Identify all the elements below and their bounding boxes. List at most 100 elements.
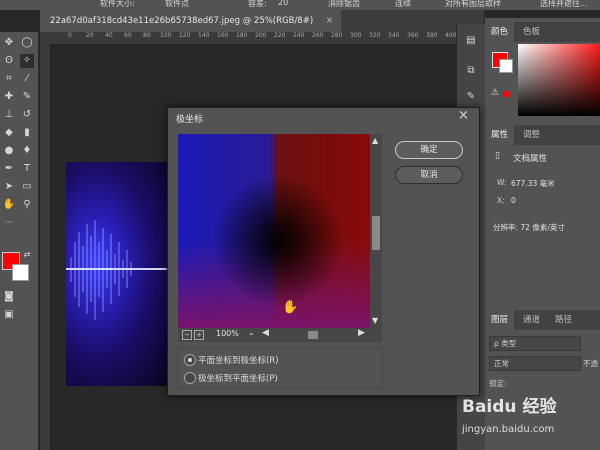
width-value: 677.33 毫米 xyxy=(511,179,555,188)
antialias-checkbox[interactable]: 消除锯齿 xyxy=(328,0,360,9)
ruler-tick-label: 360 xyxy=(407,32,419,39)
dialog-title: 极坐标 xyxy=(176,115,204,125)
blend-mode-select[interactable]: 正常 xyxy=(489,356,581,371)
cancel-button[interactable]: 取消 xyxy=(395,166,463,184)
color-panel-tabs: 颜色 色板 xyxy=(485,22,600,42)
blur-tool-icon[interactable]: ● xyxy=(2,144,16,158)
tab-channels[interactable]: 通道 xyxy=(517,310,546,330)
rect-to-polar-radio[interactable] xyxy=(184,354,196,366)
gamut-swatch[interactable] xyxy=(503,91,509,97)
type-tool-icon[interactable]: T xyxy=(20,162,34,176)
option-dropdown[interactable]: 软件点 xyxy=(165,0,189,9)
x-value: 0 xyxy=(511,196,516,205)
warning-icon: ⚠ xyxy=(491,88,500,98)
options-bar: 软件大小: 软件点 容差: 20 消除锯齿 连续 对所有图层取样 选择并遮住..… xyxy=(0,0,600,10)
zoom-in-button[interactable]: + xyxy=(194,330,204,340)
eyedropper-icon[interactable]: ⁄ xyxy=(20,72,34,86)
pen-tool-icon[interactable]: ✒ xyxy=(2,162,16,176)
sample-all-checkbox[interactable]: 对所有图层取样 xyxy=(445,0,501,9)
horizontal-scroll-thumb[interactable] xyxy=(308,331,318,339)
scroll-right-arrow-icon[interactable]: ▶ xyxy=(358,328,365,338)
history-brush-icon[interactable]: ↺ xyxy=(20,108,34,122)
select-and-mask-button[interactable]: 选择并遮住... xyxy=(540,0,588,9)
close-tab-icon[interactable]: × xyxy=(326,16,333,26)
layers-panel-tabs: 图层 通道 路径 xyxy=(485,310,600,330)
scroll-up-arrow-icon[interactable]: ▲ xyxy=(372,136,378,145)
preview-zoom-bar: − + 100% ⌄ ◀ ▶ xyxy=(178,328,382,342)
actions-panel-icon[interactable]: ⧉ xyxy=(464,64,478,78)
ruler-tick-label: 40 xyxy=(105,32,113,39)
watermark-url: jingyan.baidu.com xyxy=(462,424,555,435)
magic-wand-icon[interactable]: ✧ xyxy=(20,54,34,68)
ruler-tick-label: 160 xyxy=(217,32,229,39)
background-color-swatch[interactable] xyxy=(12,264,29,281)
polar-coordinates-dialog: 极坐标 × ✋ ▲ ▼ − + 100% ⌄ ◀ ▶ 确定 取消 平面坐标到极坐… xyxy=(167,107,480,396)
sound-wave-artwork xyxy=(66,220,169,320)
eraser-icon[interactable]: ◆ xyxy=(2,126,16,140)
resolution-text: 分辨率: 72 像素/英寸 xyxy=(493,223,565,232)
rect-to-polar-label[interactable]: 平面坐标到极坐标(R) xyxy=(198,354,279,366)
ruler-tick-label: 300 xyxy=(350,32,362,39)
crop-tool-icon[interactable]: ⌗ xyxy=(2,72,16,86)
document-tab[interactable]: 22a67d0af318cd43e11e26b65738ed67.jpeg @ … xyxy=(40,10,341,32)
ruler-tick-label: 200 xyxy=(255,32,267,39)
healing-brush-icon[interactable]: ✚ xyxy=(2,90,16,104)
preview-vertical-scrollbar[interactable]: ▲ ▼ xyxy=(370,134,382,328)
dodge-tool-icon[interactable]: ♦ xyxy=(20,144,34,158)
tab-color[interactable]: 颜色 xyxy=(485,22,515,42)
conversion-options: 平面坐标到极坐标(R) 极坐标到平面坐标(P) xyxy=(177,348,383,388)
filter-preview[interactable]: ✋ xyxy=(178,134,370,328)
scroll-left-arrow-icon[interactable]: ◀ xyxy=(262,328,269,338)
scroll-down-arrow-icon[interactable]: ▼ xyxy=(372,316,378,325)
width-label: W: xyxy=(497,178,507,187)
zoom-tool-icon[interactable]: ⚲ xyxy=(20,198,34,212)
scrollbar-thumb[interactable] xyxy=(372,216,380,250)
ellipse-marquee-icon[interactable]: ◯ xyxy=(20,36,34,50)
hand-tool-icon[interactable]: ✋ xyxy=(2,198,16,212)
tolerance-input[interactable]: 20 xyxy=(278,0,288,7)
quick-mask-icon[interactable]: ◙ xyxy=(2,290,16,304)
tab-layers[interactable]: 图层 xyxy=(485,310,515,330)
color-field[interactable] xyxy=(518,44,600,116)
brush-settings-icon[interactable]: ✎ xyxy=(464,90,478,104)
document-image[interactable] xyxy=(66,162,169,386)
ruler-tick-label: 120 xyxy=(179,32,191,39)
rectangle-tool-icon[interactable]: ▭ xyxy=(20,180,34,194)
option-text: 容差: xyxy=(248,0,267,8)
lasso-tool-icon[interactable]: ʘ xyxy=(2,54,16,68)
polar-to-rect-label[interactable]: 极坐标到平面坐标(P) xyxy=(198,372,278,384)
tab-properties[interactable]: 属性 xyxy=(485,125,515,145)
panel-background-swatch[interactable] xyxy=(499,59,513,73)
watermark-brand: Baidu 经验 xyxy=(462,397,557,417)
ruler-corner xyxy=(40,32,50,44)
zoom-out-button[interactable]: − xyxy=(182,330,192,340)
path-select-icon[interactable]: ➤ xyxy=(2,180,16,194)
tab-adjustments[interactable]: 调整 xyxy=(517,125,546,145)
ruler-tick-label: 380 xyxy=(426,32,438,39)
brush-tool-icon[interactable]: ✎ xyxy=(20,90,34,104)
properties-panel-tabs: 属性 调整 xyxy=(485,125,600,145)
clone-stamp-icon[interactable]: ⊥ xyxy=(2,108,16,122)
layer-kind-filter[interactable]: ρ 类型 xyxy=(489,336,581,351)
move-tool-icon[interactable]: ✥ xyxy=(2,36,16,50)
ruler-tick-label: 60 xyxy=(124,32,132,39)
zoom-dropdown-icon[interactable]: ⌄ xyxy=(248,328,255,337)
tab-paths[interactable]: 路径 xyxy=(549,310,578,330)
gradient-tool-icon[interactable]: ▮ xyxy=(20,126,34,140)
polar-to-rect-radio[interactable] xyxy=(184,372,196,384)
hand-cursor-icon: ✋ xyxy=(282,300,299,315)
document-title: 22a67d0af318cd43e11e26b65738ed67.jpeg @ … xyxy=(50,16,314,26)
ruler-tick-label: 140 xyxy=(198,32,210,39)
more-tools-icon[interactable]: ··· xyxy=(2,216,16,230)
history-panel-icon[interactable]: ▤ xyxy=(464,34,478,48)
vertical-ruler xyxy=(40,44,51,450)
close-icon[interactable]: × xyxy=(458,108,469,123)
ruler-tick-label: 400 xyxy=(445,32,457,39)
contiguous-checkbox[interactable]: 连续 xyxy=(395,0,411,9)
screen-mode-icon[interactable]: ▣ xyxy=(2,308,16,322)
ok-button[interactable]: 确定 xyxy=(395,141,463,159)
baidu-watermark: Baidu 经验 jingyan.baidu.com xyxy=(446,380,600,450)
document-icon: ▯ xyxy=(495,151,500,161)
swap-colors-icon[interactable]: ⇄ xyxy=(20,248,34,262)
tab-swatches[interactable]: 色板 xyxy=(517,22,546,42)
